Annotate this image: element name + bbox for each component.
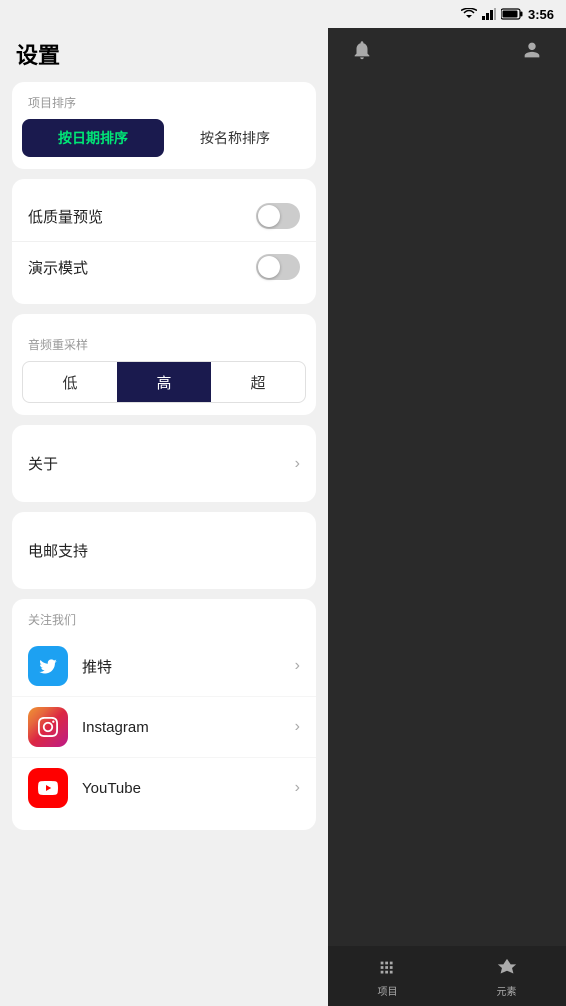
status-bar: 3:56: [0, 0, 566, 28]
demo-mode-label: 演示模式: [28, 257, 88, 278]
toggles-card: 低质量预览 演示模式: [12, 179, 316, 304]
sort-by-name-button[interactable]: 按名称排序: [164, 119, 306, 157]
about-label: 关于: [28, 453, 58, 474]
resample-ultra-button[interactable]: 超: [211, 362, 305, 402]
instagram-row[interactable]: Instagram ›: [12, 697, 316, 758]
about-card[interactable]: 关于 ›: [12, 425, 316, 502]
follow-section-label: 关注我们: [12, 611, 316, 636]
about-chevron-icon: ›: [295, 455, 300, 473]
profile-icon[interactable]: [514, 32, 550, 68]
instagram-name: Instagram: [82, 719, 149, 736]
low-quality-label: 低质量预览: [28, 206, 103, 227]
youtube-left: YouTube: [28, 768, 141, 808]
youtube-chevron-icon: ›: [295, 779, 300, 797]
follow-card: 关注我们 推特 › Instagram: [12, 599, 316, 830]
notification-icon[interactable]: [344, 32, 380, 68]
resample-buttons-group: 低 高 超: [22, 361, 306, 403]
resample-high-button[interactable]: 高: [117, 362, 211, 402]
battery-icon: [501, 8, 523, 20]
tab-projects[interactable]: 项目: [375, 955, 401, 998]
sort-buttons-group: 按日期排序 按名称排序: [12, 119, 316, 157]
resample-section-label: 音频重采样: [12, 326, 316, 361]
email-card[interactable]: 电邮支持: [12, 512, 316, 589]
tab-elements[interactable]: 元素: [494, 955, 520, 998]
resample-low-button[interactable]: 低: [23, 362, 117, 402]
settings-panel: 设置 项目排序 按日期排序 按名称排序 低质量预览 演示模式 音频重采样 低 高…: [0, 0, 328, 1006]
about-row[interactable]: 关于 ›: [12, 437, 316, 490]
demo-mode-toggle[interactable]: [256, 254, 300, 280]
instagram-left: Instagram: [28, 707, 149, 747]
email-row[interactable]: 电邮支持: [12, 524, 316, 577]
youtube-icon: [28, 768, 68, 808]
elements-tab-label: 元素: [497, 983, 517, 998]
bottom-tab-bar: 项目 元素: [328, 946, 566, 1006]
low-quality-row: 低质量预览: [12, 191, 316, 242]
twitter-row[interactable]: 推特 ›: [12, 636, 316, 697]
resample-card: 音频重采样 低 高 超: [12, 314, 316, 415]
twitter-name: 推特: [82, 656, 112, 677]
sort-by-date-button[interactable]: 按日期排序: [22, 119, 164, 157]
demo-mode-row: 演示模式: [12, 242, 316, 292]
youtube-name: YouTube: [82, 780, 141, 797]
right-panel: [328, 0, 566, 1006]
signal-icon: [482, 8, 496, 20]
status-time: 3:56: [528, 7, 554, 22]
sort-card: 项目排序 按日期排序 按名称排序: [12, 82, 316, 169]
twitter-chevron-icon: ›: [295, 657, 300, 675]
email-label: 电邮支持: [28, 540, 88, 561]
twitter-icon: [28, 646, 68, 686]
youtube-row[interactable]: YouTube ›: [12, 758, 316, 818]
elements-icon: [494, 955, 520, 981]
twitter-left: 推特: [28, 646, 112, 686]
projects-icon: [375, 955, 401, 981]
instagram-chevron-icon: ›: [295, 718, 300, 736]
low-quality-toggle[interactable]: [256, 203, 300, 229]
projects-tab-label: 项目: [378, 983, 398, 998]
sort-section-label: 项目排序: [12, 94, 316, 119]
instagram-icon: [28, 707, 68, 747]
wifi-icon: [461, 8, 477, 20]
